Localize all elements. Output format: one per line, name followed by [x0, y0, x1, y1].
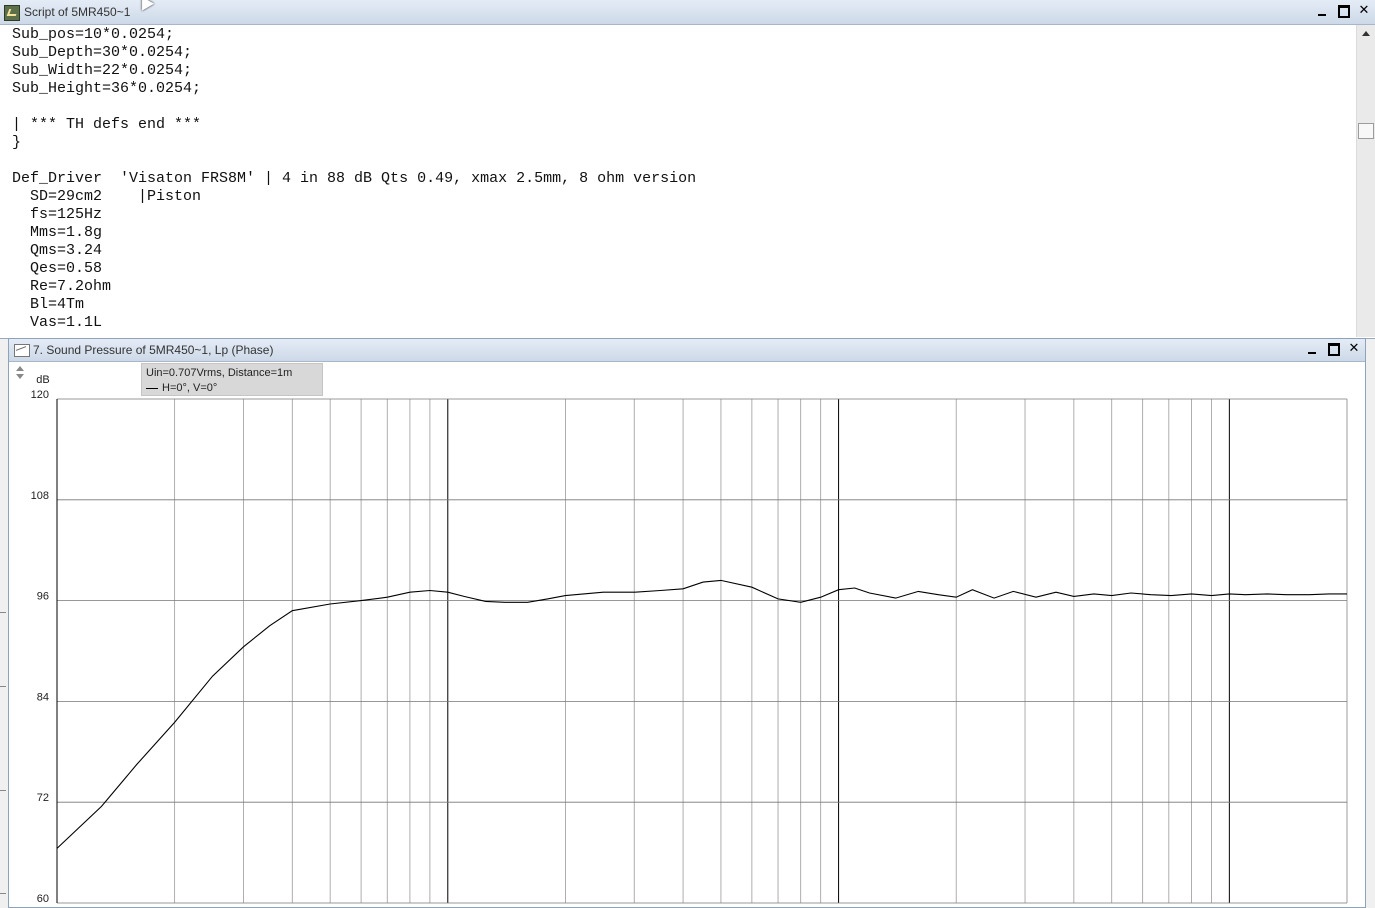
code-line[interactable]: }: [12, 134, 21, 152]
code-line[interactable]: Def_Driver 'Visaton FRS8M' | 4 in 88 dB …: [12, 170, 696, 188]
legend-line-swatch: [146, 388, 158, 389]
scale-arrows-icon[interactable]: [14, 366, 26, 382]
chart-legend[interactable]: Uin=0.707Vrms, Distance=1m H=0°, V=0°: [141, 363, 323, 396]
code-line[interactable]: Qms=3.24: [12, 242, 102, 260]
background-tick: [0, 893, 6, 894]
code-line[interactable]: Qes=0.58: [12, 260, 102, 278]
y-tick-label: 72: [37, 792, 49, 804]
code-line[interactable]: Sub_Width=22*0.0254;: [12, 62, 192, 80]
script-window-title: Script of 5MR450~1: [24, 5, 131, 19]
code-line[interactable]: Bl=4Tm: [12, 296, 84, 314]
y-tick-label: 60: [37, 893, 49, 905]
sound-pressure-chart: 60 72 84 96 108 120 dB: [31, 374, 1348, 905]
y-tick-label: 108: [31, 490, 49, 502]
close-button[interactable]: ✕: [1355, 3, 1373, 19]
script-vertical-scrollbar[interactable]: [1356, 25, 1375, 337]
legend-series-row: H=0°, V=0°: [146, 381, 322, 396]
background-tick: [0, 686, 6, 687]
maximize-button[interactable]: [1334, 3, 1352, 19]
scroll-up-arrow-icon[interactable]: [1357, 25, 1375, 43]
legend-conditions: Uin=0.707Vrms, Distance=1m: [146, 367, 293, 379]
scroll-thumb[interactable]: [1358, 123, 1374, 139]
code-line[interactable]: Vas=1.1L: [12, 314, 102, 332]
background-tick: [0, 612, 6, 613]
script-window-titlebar[interactable]: Script of 5MR450~1 ✕: [0, 0, 1375, 25]
y-tick-label: 120: [31, 389, 49, 401]
y-tick-label: 84: [37, 691, 49, 703]
series-line-spl: [56, 579, 1347, 849]
code-line[interactable]: Sub_pos=10*0.0254;: [12, 26, 174, 44]
code-line[interactable]: | *** TH defs end ***: [12, 116, 201, 134]
y-axis-unit-label: dB: [36, 374, 49, 386]
code-line[interactable]: fs=125Hz: [12, 206, 102, 224]
code-line[interactable]: SD=29cm2 |Piston: [12, 188, 201, 206]
sound-pressure-window: 7. Sound Pressure of 5MR450~1, Lp (Phase…: [8, 338, 1366, 908]
script-app-icon: [4, 5, 20, 21]
script-window: Script of 5MR450~1 ✕ Sub_pos=10*0.0254; S…: [0, 0, 1375, 339]
legend-series-label: H=0°, V=0°: [162, 382, 218, 394]
code-line[interactable]: Mms=1.8g: [12, 224, 102, 242]
script-editor[interactable]: Sub_pos=10*0.0254; Sub_Depth=30*0.0254; Su…: [0, 25, 1356, 337]
y-tick-label: 96: [37, 591, 49, 603]
minimize-button[interactable]: [1313, 3, 1331, 19]
background-tick: [0, 790, 6, 791]
code-line[interactable]: Sub_Depth=30*0.0254;: [12, 44, 192, 62]
code-line[interactable]: Re=7.2ohm: [12, 278, 111, 296]
code-line[interactable]: Sub_Height=36*0.0254;: [12, 80, 201, 98]
